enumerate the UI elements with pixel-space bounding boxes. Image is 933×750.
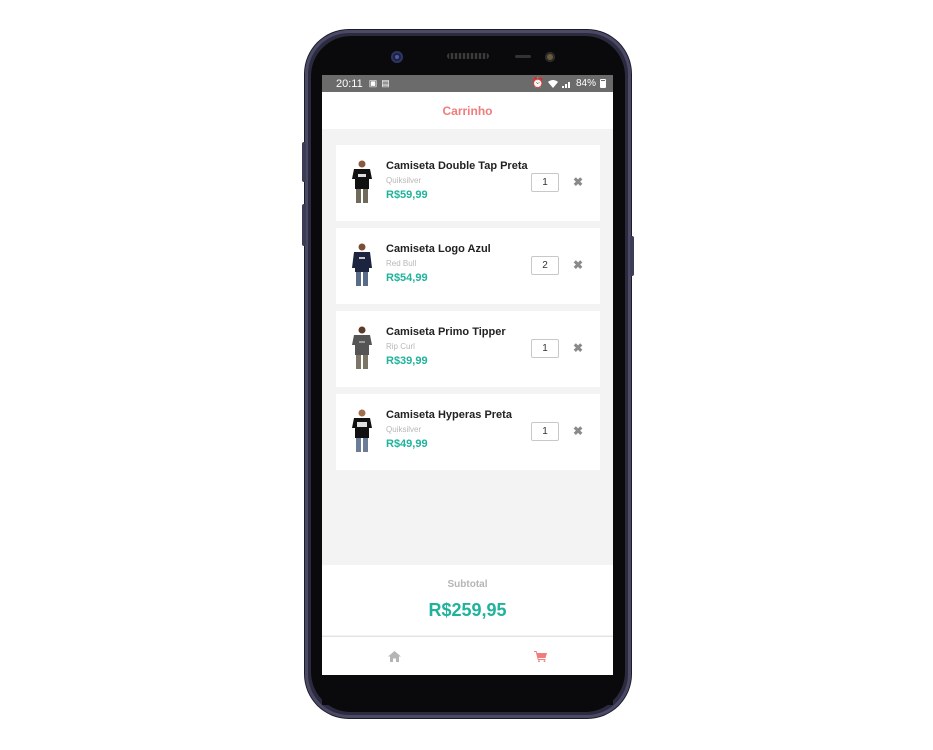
quantity-input[interactable]: 1 bbox=[531, 173, 559, 192]
cart-list: Camiseta Double Tap Preta Quiksilver R$5… bbox=[336, 145, 600, 477]
quantity-input[interactable]: 2 bbox=[531, 256, 559, 275]
notification-icon: ▤ bbox=[381, 78, 390, 88]
subtotal-label: Subtotal bbox=[447, 579, 488, 590]
signal-icon bbox=[561, 81, 570, 88]
front-camera bbox=[391, 51, 403, 63]
remove-item-icon[interactable]: ✖ bbox=[573, 258, 583, 272]
cart-icon bbox=[533, 651, 547, 662]
remove-item-icon[interactable]: ✖ bbox=[573, 175, 583, 189]
product-price: R$59,99 bbox=[386, 189, 428, 201]
bixby-button bbox=[302, 204, 306, 246]
alarm-icon: ⏰ bbox=[531, 78, 544, 89]
product-name[interactable]: Camiseta Primo Tipper bbox=[386, 326, 506, 338]
product-image bbox=[352, 243, 372, 286]
product-brand: Quiksilver bbox=[386, 176, 422, 185]
app-header: Carrinho bbox=[322, 92, 613, 129]
cart-item: Camiseta Logo Azul Red Bull R$54,99 2 ✖ bbox=[336, 228, 600, 304]
tab-cart[interactable] bbox=[468, 637, 614, 675]
status-bar: 20:11 ▣ ▤ ⏰ 84% bbox=[322, 75, 613, 92]
earpiece-speaker bbox=[447, 53, 489, 59]
home-icon bbox=[388, 651, 402, 662]
remove-item-icon[interactable]: ✖ bbox=[573, 424, 583, 438]
remove-item-icon[interactable]: ✖ bbox=[573, 341, 583, 355]
cart-summary: Subtotal R$259,95 bbox=[322, 565, 613, 635]
proximity-sensor bbox=[515, 55, 531, 58]
bottom-bezel bbox=[322, 675, 613, 705]
page-title: Carrinho bbox=[442, 103, 493, 118]
product-name[interactable]: Camiseta Logo Azul bbox=[386, 243, 491, 255]
quantity-input[interactable]: 1 bbox=[531, 339, 559, 358]
product-name[interactable]: Camiseta Double Tap Preta bbox=[386, 160, 528, 172]
product-brand: Quiksilver bbox=[386, 425, 422, 434]
power-button bbox=[630, 236, 634, 276]
bottom-tab-bar bbox=[322, 636, 613, 675]
product-name[interactable]: Camiseta Hyperas Preta bbox=[386, 409, 512, 421]
front-flash bbox=[545, 52, 555, 62]
volume-button bbox=[302, 142, 306, 182]
product-price: R$54,99 bbox=[386, 272, 428, 284]
cart-item: Camiseta Double Tap Preta Quiksilver R$5… bbox=[336, 145, 600, 221]
quantity-input[interactable]: 1 bbox=[531, 422, 559, 441]
product-brand: Rip Curl bbox=[386, 342, 415, 351]
app-screen: 20:11 ▣ ▤ ⏰ 84% Carrinho Camiseta Double… bbox=[322, 75, 613, 675]
wifi-icon bbox=[547, 79, 558, 88]
product-brand: Red Bull bbox=[386, 259, 417, 268]
cart-item: Camiseta Hyperas Preta Quiksilver R$49,9… bbox=[336, 394, 600, 470]
battery-icon bbox=[600, 79, 606, 88]
battery-percent: 84% bbox=[575, 78, 596, 89]
cart-item: Camiseta Primo Tipper Rip Curl R$39,99 1… bbox=[336, 311, 600, 387]
product-price: R$39,99 bbox=[386, 355, 428, 367]
product-image bbox=[352, 409, 372, 452]
subtotal-value: R$259,95 bbox=[428, 600, 507, 620]
gallery-icon: ▣ bbox=[368, 78, 378, 88]
product-image bbox=[352, 160, 372, 203]
product-image bbox=[352, 326, 372, 369]
product-price: R$49,99 bbox=[386, 438, 428, 450]
status-time: 20:11 bbox=[336, 77, 363, 90]
tab-home[interactable] bbox=[322, 637, 468, 675]
